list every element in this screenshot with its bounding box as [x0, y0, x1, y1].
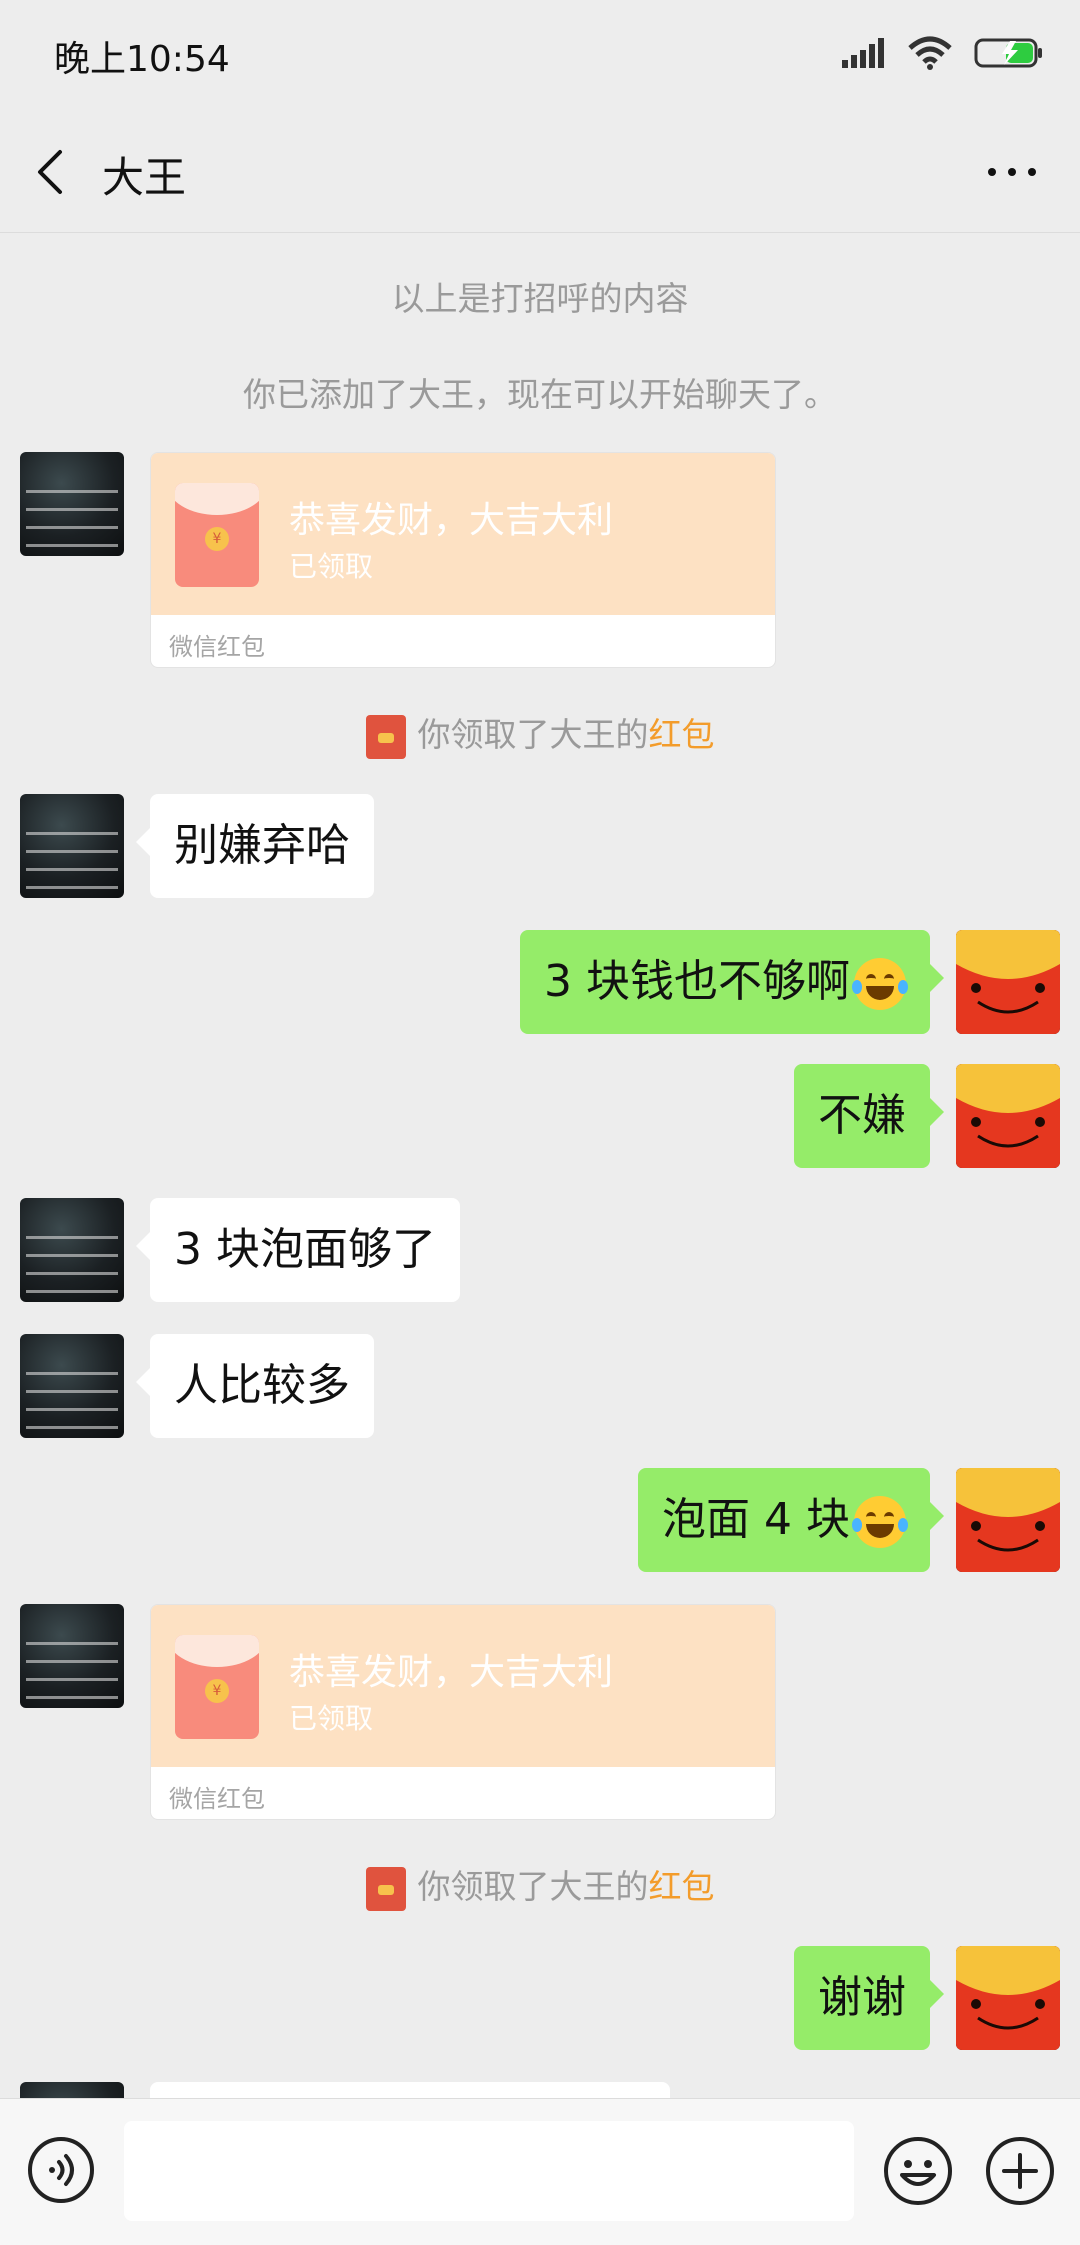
message-bubble-received[interactable]: 3 块泡面够了	[136, 1198, 460, 1302]
laugh-cry-emoji-icon	[852, 958, 908, 1010]
avatar-contact[interactable]	[20, 2082, 124, 2098]
red-envelope-avatar-icon	[956, 1946, 1060, 2050]
input-bar	[0, 2098, 1080, 2245]
message-bubble-sent[interactable]: 泡面 4 块	[638, 1468, 944, 1572]
avatar-contact[interactable]	[20, 1198, 124, 1302]
nav-bar: 大王	[0, 112, 1080, 233]
red-packet-footer: 微信红包	[169, 1785, 265, 1813]
joy-emoji-icon	[852, 1496, 908, 1548]
status-time: 晚上10:54	[54, 39, 230, 80]
signal-icon	[842, 38, 884, 68]
red-packet-footer: 微信红包	[169, 633, 265, 661]
system-message: 你已添加了大王，现在可以开始聊天了。	[243, 375, 837, 414]
red-packet-status: 已领取	[289, 1702, 374, 1735]
wifi-icon	[908, 36, 952, 70]
back-arrow-icon[interactable]	[30, 148, 70, 196]
red-packet-icon: ¥	[175, 483, 259, 587]
red-packet-status: 已领取	[289, 550, 374, 583]
plus-icon[interactable]	[984, 2135, 1056, 2207]
message-bubble-received[interactable]: 人比较多	[136, 1334, 374, 1438]
received-note: 你领取了大王的红包	[0, 708, 1080, 759]
message-input[interactable]	[124, 2121, 854, 2221]
red-packet-mini-icon	[365, 1866, 406, 1911]
message-bubble-partial[interactable]	[150, 2082, 670, 2098]
red-envelope-avatar-icon	[956, 1064, 1060, 1168]
red-packet-icon: ¥	[175, 1635, 259, 1739]
avatar-contact[interactable]	[20, 1604, 124, 1708]
red-packet-card[interactable]: ¥ 恭喜发财，大吉大利 已领取 微信红包	[150, 1604, 776, 1820]
avatar-self[interactable]	[956, 1064, 1060, 1168]
red-packet-link[interactable]: 红包	[649, 1867, 715, 1906]
status-icons	[842, 36, 1044, 70]
more-icon[interactable]	[984, 150, 1040, 194]
message-bubble-received[interactable]: 别嫌弃哈	[136, 794, 374, 898]
red-packet-title: 恭喜发财，大吉大利	[289, 1652, 614, 1693]
avatar-contact[interactable]	[20, 452, 124, 556]
voice-icon[interactable]	[26, 2135, 96, 2205]
emoji-icon[interactable]	[882, 2135, 954, 2207]
avatar-self[interactable]	[956, 1468, 1060, 1572]
avatar-contact[interactable]	[20, 794, 124, 898]
status-bar: 晚上10:54	[0, 0, 1080, 112]
message-bubble-sent[interactable]: 3 块钱也不够啊	[520, 930, 944, 1034]
battery-icon	[974, 38, 1042, 68]
avatar-contact[interactable]	[20, 1334, 124, 1438]
red-envelope-avatar-icon	[956, 930, 1060, 1034]
chat-title: 大王	[102, 153, 187, 202]
system-message: 以上是打招呼的内容	[391, 279, 689, 318]
red-packet-mini-icon	[365, 714, 406, 759]
red-envelope-avatar-icon	[956, 1468, 1060, 1572]
avatar-self[interactable]	[956, 1946, 1060, 2050]
chat-area[interactable]: 以上是打招呼的内容 你已添加了大王，现在可以开始聊天了。 ¥ 恭喜发财，大吉大利…	[0, 232, 1080, 2098]
red-packet-card[interactable]: ¥ 恭喜发财，大吉大利 已领取 微信红包	[150, 452, 776, 668]
avatar-self[interactable]	[956, 930, 1060, 1034]
message-bubble-sent[interactable]: 不嫌	[794, 1064, 944, 1168]
red-packet-link[interactable]: 红包	[649, 715, 715, 754]
received-note: 你领取了大王的红包	[0, 1860, 1080, 1911]
message-bubble-sent[interactable]: 谢谢	[794, 1946, 944, 2050]
red-packet-title: 恭喜发财，大吉大利	[289, 500, 614, 541]
